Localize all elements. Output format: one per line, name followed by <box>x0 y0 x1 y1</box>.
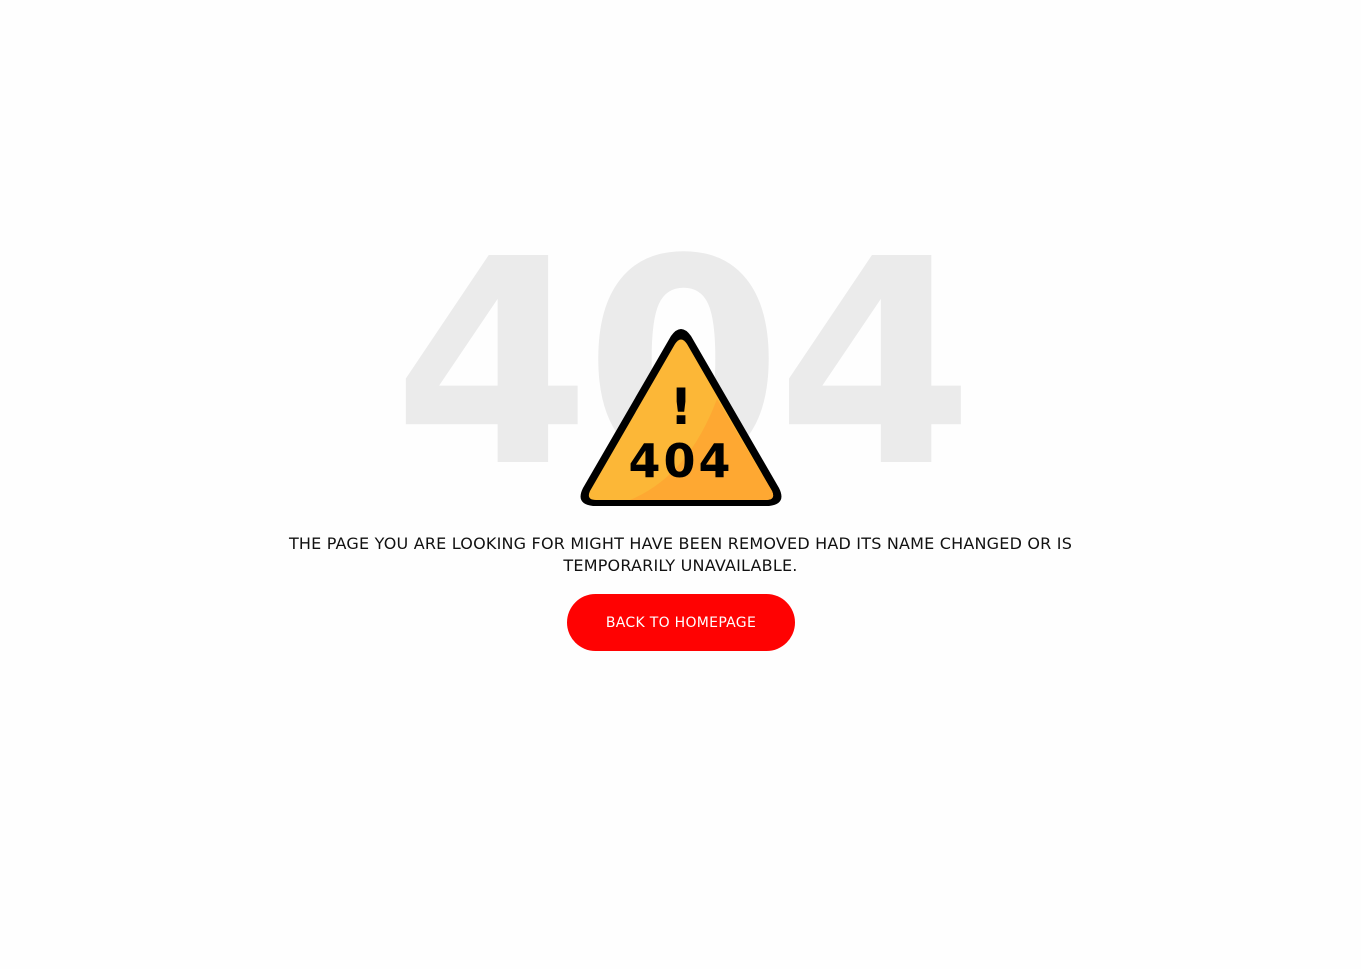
back-to-homepage-button[interactable]: BACK TO HOMEPAGE <box>567 594 795 651</box>
error-page: 404 ! 404 THE PAGE YOU ARE LOOKING FOR M… <box>0 0 1361 969</box>
warning-code: 404 <box>628 434 733 488</box>
warning-exclamation: ! <box>670 378 693 436</box>
error-message: THE PAGE YOU ARE LOOKING FOR MIGHT HAVE … <box>288 534 1073 575</box>
warning-triangle-icon: ! 404 <box>580 329 782 506</box>
warning-sign: ! 404 <box>578 326 784 510</box>
